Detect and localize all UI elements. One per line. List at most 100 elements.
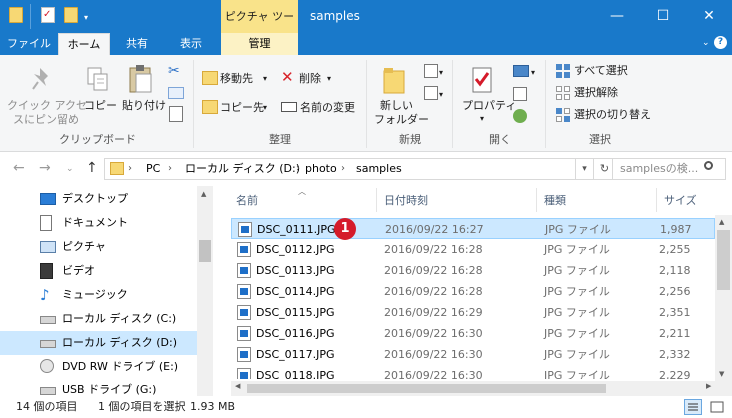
edit-icon[interactable] (513, 87, 527, 101)
nav-item-pictures[interactable]: ピクチャ (0, 235, 197, 259)
select-all-icon[interactable] (556, 64, 570, 78)
address-bar[interactable] (104, 158, 576, 180)
properties-button[interactable]: プロパティ (462, 99, 516, 113)
properties-quick-icon[interactable]: ✓ (41, 7, 55, 23)
nav-item-desktop[interactable]: デスクトップ (0, 187, 197, 211)
invert-selection-button[interactable]: 選択の切り替え (574, 108, 651, 122)
copy-to-dropdown-icon[interactable]: ▾ (263, 101, 267, 115)
nav-item-drive-c[interactable]: ローカル ディスク (C:) (0, 307, 197, 331)
file-row[interactable]: DSC_0112.JPG 2016/09/22 16:28 JPG ファイル 2,25… (231, 239, 715, 260)
new-item-icon[interactable] (424, 64, 438, 78)
column-divider[interactable] (656, 188, 657, 212)
copy-icon[interactable] (86, 66, 110, 94)
column-header-name[interactable]: 名前 (236, 193, 258, 209)
close-button[interactable]: ✕ (686, 0, 732, 33)
rename-button[interactable]: 名前の変更 (300, 101, 355, 115)
nav-item-videos[interactable]: ビデオ (0, 259, 197, 283)
column-header-date[interactable]: 日付時刻 (384, 193, 428, 209)
copy-to-button[interactable]: コピー先 (220, 101, 264, 115)
column-header-type[interactable]: 種類 (544, 193, 566, 209)
select-all-button[interactable]: すべて選択 (574, 64, 628, 78)
pin-to-quick-access-label-2[interactable]: スにピン留め (13, 113, 79, 127)
open-dropdown-icon[interactable]: ▾ (531, 66, 535, 80)
rename-icon[interactable] (281, 102, 297, 112)
tab-manage[interactable]: 管理 (221, 33, 298, 55)
breadcrumb-drive-d[interactable]: ローカル ディスク (D:) (185, 162, 300, 176)
select-none-button[interactable]: 選択解除 (574, 86, 618, 100)
open-icon[interactable] (513, 65, 529, 77)
up-icon[interactable]: ↑ (86, 160, 98, 176)
properties-dropdown-icon[interactable]: ▾ (480, 112, 484, 126)
horizontal-scroll-thumb[interactable] (247, 384, 606, 393)
scroll-down-icon[interactable]: ▼ (719, 370, 724, 378)
copy-to-icon[interactable] (202, 100, 218, 114)
delete-dropdown-icon[interactable]: ▾ (327, 72, 331, 86)
nav-item-documents[interactable]: ドキュメント (0, 211, 197, 235)
address-dropdown-icon[interactable]: ▾ (576, 158, 594, 180)
paste-shortcut-icon[interactable] (169, 106, 183, 122)
history-icon[interactable] (513, 109, 527, 123)
pin-to-quick-access-label-1[interactable]: クイック アクセ (7, 99, 87, 113)
maximize-button[interactable]: ☐ (640, 0, 686, 33)
scroll-up-icon[interactable]: ▲ (201, 190, 206, 198)
new-folder-quick-icon[interactable] (64, 7, 78, 23)
forward-icon[interactable]: → (39, 160, 51, 176)
back-icon[interactable]: ← (13, 160, 25, 176)
invert-selection-icon[interactable] (556, 108, 570, 122)
nav-pane-scroll-thumb[interactable] (199, 240, 211, 262)
file-row[interactable]: DSC_0113.JPG 2016/09/22 16:28 JPG ファイル 2,11… (231, 260, 715, 281)
pin-icon[interactable] (32, 66, 54, 94)
nav-item-music[interactable]: ♪ ミュージック (0, 283, 197, 307)
paste-label[interactable]: 貼り付け (122, 99, 166, 113)
new-folder-label-2[interactable]: フォルダー (374, 113, 429, 127)
file-row[interactable]: DSC_0114.JPG 2016/09/22 16:28 JPG ファイル 2,25… (231, 281, 715, 302)
properties-icon[interactable] (471, 66, 493, 94)
large-icons-view-icon[interactable] (708, 399, 726, 415)
vertical-scroll-thumb[interactable] (717, 230, 730, 290)
nav-pane-scrollbar[interactable] (197, 186, 213, 396)
nav-item-drive-d[interactable]: ローカル ディスク (D:) (0, 331, 197, 355)
breadcrumb-samples[interactable]: samples (356, 162, 402, 176)
help-icon[interactable]: ? (714, 36, 727, 49)
ribbon-collapse-icon[interactable]: ⌄ (702, 38, 710, 48)
tab-home[interactable]: ホーム (58, 33, 110, 55)
scroll-up-icon[interactable]: ▲ (719, 218, 724, 226)
new-item-dropdown-icon[interactable]: ▾ (439, 66, 443, 80)
customize-quick-access-icon[interactable]: ▾ (84, 13, 88, 22)
cut-icon[interactable]: ✂ (168, 63, 184, 79)
paste-icon[interactable] (128, 64, 154, 94)
nav-item-usb-g[interactable]: USB ドライブ (G:) (0, 378, 197, 396)
column-divider[interactable] (536, 188, 537, 212)
file-row[interactable]: DSC_0117.JPG 2016/09/22 16:30 JPG ファイル 2,33… (231, 344, 715, 365)
scroll-left-icon[interactable]: ◀ (235, 382, 240, 390)
new-folder-icon[interactable] (383, 65, 405, 95)
details-view-icon[interactable] (684, 399, 702, 415)
move-to-button[interactable]: 移動先 (220, 72, 253, 86)
column-divider[interactable] (376, 188, 377, 212)
delete-icon[interactable]: ✕ (281, 69, 294, 85)
scroll-right-icon[interactable]: ▶ (706, 382, 711, 390)
easy-access-icon[interactable] (424, 86, 438, 100)
search-icon[interactable] (704, 161, 713, 170)
file-row[interactable]: DSC_0111.JPG 2016/09/22 16:27 JPG ファイル 1,98… (231, 218, 715, 239)
copy-label[interactable]: コピー (84, 99, 117, 113)
new-folder-label-1[interactable]: 新しい (380, 99, 413, 113)
column-header-size[interactable]: サイズ (664, 193, 697, 209)
move-to-dropdown-icon[interactable]: ▾ (263, 72, 267, 86)
tab-file[interactable]: ファイル (0, 33, 58, 55)
minimize-button[interactable]: — (594, 0, 640, 33)
file-row[interactable]: DSC_0118.JPG 2016/09/22 16:30 JPG ファイル 2,22… (231, 365, 715, 379)
file-row[interactable]: DSC_0116.JPG 2016/09/22 16:30 JPG ファイル 2,21… (231, 323, 715, 344)
breadcrumb-photo[interactable]: photo (305, 162, 337, 176)
recent-locations-icon[interactable]: ⌄ (66, 164, 74, 174)
delete-button[interactable]: 削除 (299, 72, 321, 86)
nav-item-dvd-e[interactable]: DVD RW ドライブ (E:) (0, 355, 197, 379)
select-none-icon[interactable] (556, 86, 570, 100)
tab-view[interactable]: 表示 (164, 33, 218, 55)
breadcrumb-pc[interactable]: PC (146, 162, 160, 176)
move-to-icon[interactable] (202, 71, 218, 85)
file-row[interactable]: DSC_0115.JPG 2016/09/22 16:29 JPG ファイル 2,35… (231, 302, 715, 323)
copy-path-icon[interactable] (168, 87, 184, 99)
tab-share[interactable]: 共有 (110, 33, 164, 55)
easy-access-dropdown-icon[interactable]: ▾ (439, 88, 443, 102)
